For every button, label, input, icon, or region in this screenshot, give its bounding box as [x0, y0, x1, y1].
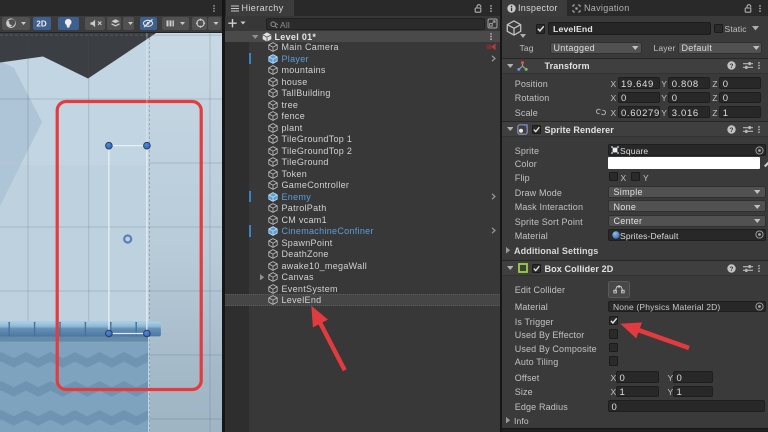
svg-text:2D: 2D — [36, 20, 46, 29]
